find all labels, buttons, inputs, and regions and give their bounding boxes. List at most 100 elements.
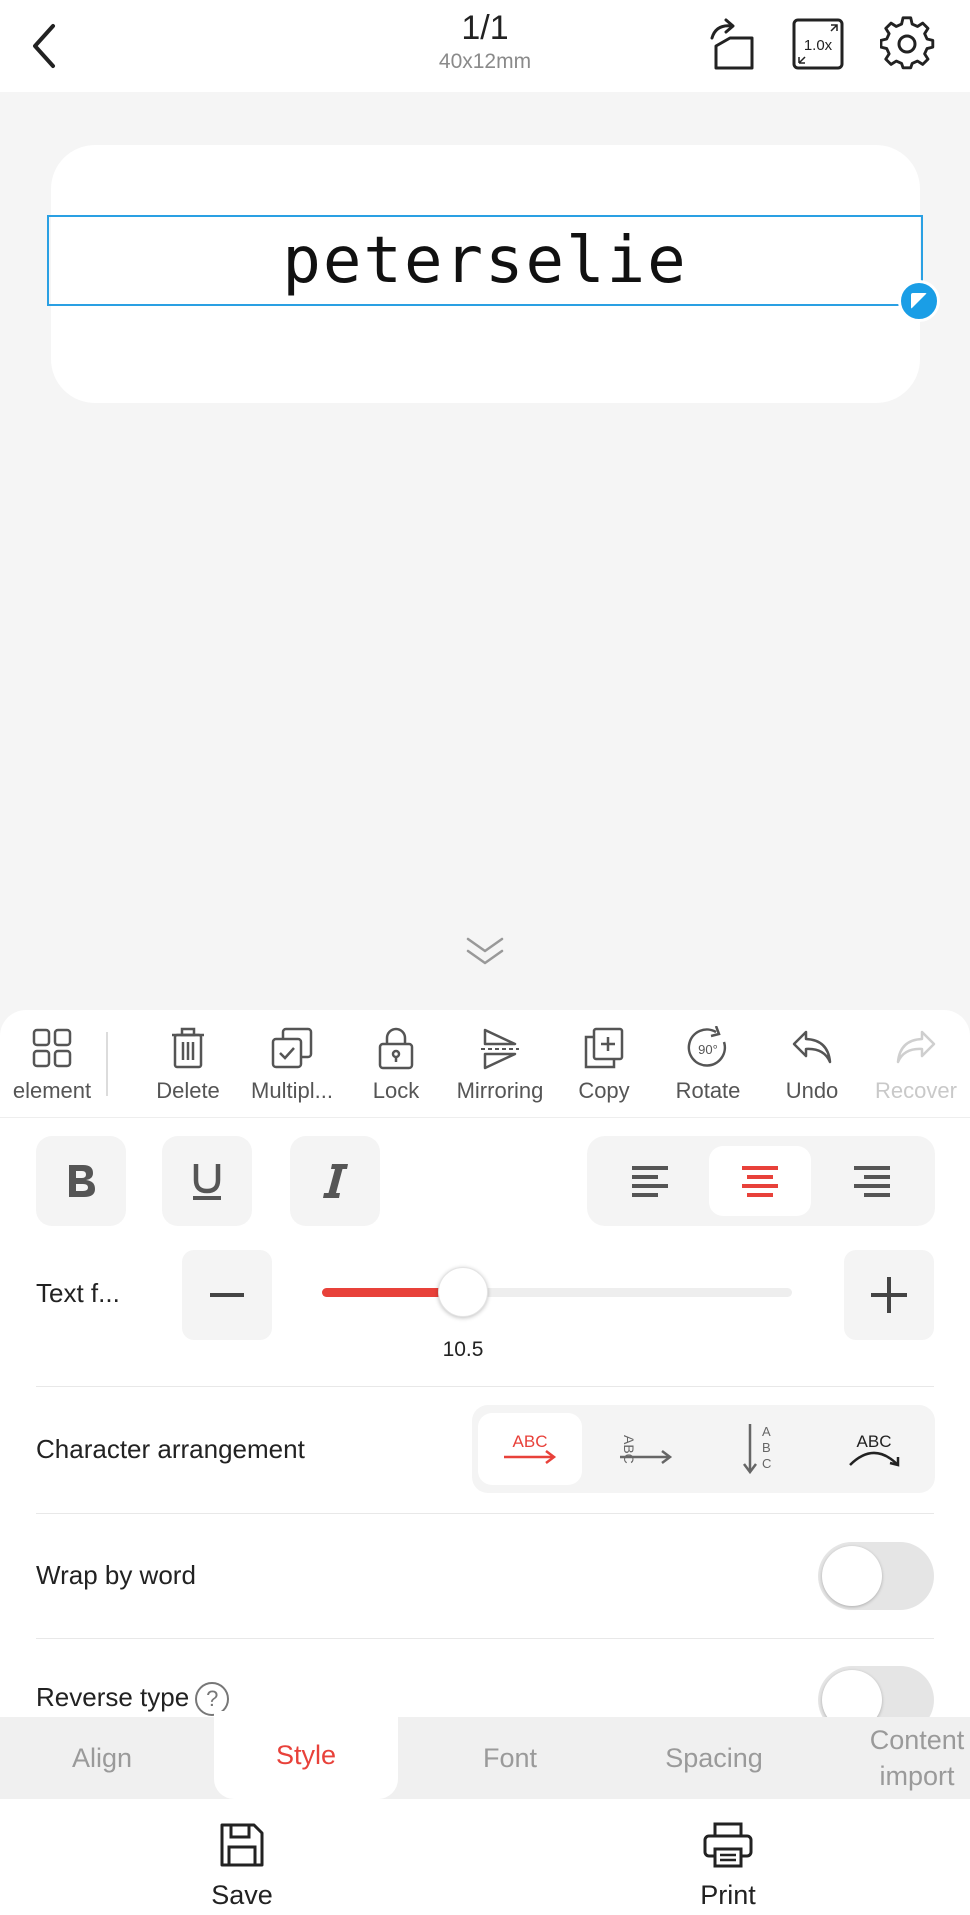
text-size-value: 10.5 bbox=[442, 1338, 484, 1361]
char-arrangement-group: ABC ABC A B C ABC bbox=[472, 1405, 935, 1493]
align-left-icon bbox=[632, 1166, 668, 1197]
divider bbox=[36, 1513, 934, 1514]
tool-delete[interactable]: Delete bbox=[136, 1024, 240, 1114]
trash-icon bbox=[172, 1027, 204, 1069]
align-center-button[interactable] bbox=[709, 1146, 811, 1216]
rotate-90-icon: 90° bbox=[687, 1026, 727, 1067]
save-button[interactable]: Save bbox=[172, 1821, 312, 1911]
tool-label: element bbox=[12, 1078, 92, 1103]
edit-panel: element Delete Multipl... Lock Mirroring… bbox=[0, 1010, 970, 1734]
plus-icon bbox=[871, 1277, 907, 1313]
toolbar-divider bbox=[106, 1032, 108, 1096]
save-label: Save bbox=[211, 1880, 273, 1910]
redo-icon bbox=[896, 1030, 936, 1064]
print-label: Print bbox=[700, 1880, 756, 1910]
arc-text-icon: ABC bbox=[849, 1432, 900, 1467]
undo-icon bbox=[792, 1030, 832, 1064]
tool-label: Delete bbox=[156, 1078, 220, 1103]
arrangement-glyph: ABC bbox=[857, 1432, 892, 1451]
tab-style[interactable]: Style bbox=[214, 1711, 398, 1799]
settings-button[interactable] bbox=[878, 14, 938, 74]
zoom-label: 1.0x bbox=[804, 37, 833, 54]
divider bbox=[36, 1386, 934, 1387]
svg-text:C: C bbox=[762, 1456, 771, 1471]
title-block: 1/1 40x12mm bbox=[385, 8, 585, 76]
reverse-type-row: Reverse type? bbox=[36, 1682, 230, 1717]
tool-label: Lock bbox=[372, 1078, 420, 1103]
resize-handle[interactable] bbox=[898, 280, 940, 322]
divider bbox=[36, 1638, 934, 1639]
svg-text:A: A bbox=[762, 1424, 771, 1439]
tool-label: Rotate bbox=[675, 1078, 741, 1103]
horizontal-text-icon: ABC bbox=[504, 1432, 557, 1464]
double-chevron-down-icon bbox=[466, 937, 504, 965]
reverse-type-label: Reverse type bbox=[36, 1682, 190, 1712]
copy-icon bbox=[584, 1027, 624, 1069]
print-button[interactable]: Print bbox=[658, 1821, 798, 1911]
arrangement-arc-button[interactable]: ABC bbox=[822, 1413, 926, 1485]
text-size-increase-button[interactable] bbox=[844, 1250, 934, 1340]
tool-undo[interactable]: Undo bbox=[760, 1024, 864, 1114]
slider-thumb[interactable] bbox=[438, 1267, 488, 1317]
tool-mirroring[interactable]: Mirroring bbox=[448, 1024, 552, 1114]
toggle-knob bbox=[822, 1546, 882, 1606]
tab-font[interactable]: Font bbox=[408, 1717, 612, 1799]
label-text: peterselie bbox=[282, 223, 688, 298]
underline-icon bbox=[193, 1164, 221, 1200]
selected-text-element[interactable]: peterselie bbox=[47, 215, 923, 306]
wrap-by-word-label: Wrap by word bbox=[36, 1560, 196, 1590]
text-size-slider[interactable] bbox=[322, 1288, 792, 1297]
tool-label: Recover bbox=[875, 1078, 957, 1103]
chevron-left-icon bbox=[33, 24, 55, 68]
align-left-button[interactable] bbox=[599, 1146, 701, 1216]
wrap-by-word-toggle[interactable] bbox=[818, 1542, 934, 1610]
tool-recover[interactable]: Recover bbox=[864, 1024, 968, 1114]
element-toolbar: element Delete Multipl... Lock Mirroring… bbox=[0, 1010, 970, 1118]
tool-multiple-select[interactable]: Multipl... bbox=[240, 1024, 344, 1114]
text-size-decrease-button[interactable] bbox=[182, 1250, 272, 1340]
tool-label: Mirroring bbox=[456, 1078, 544, 1103]
lock-icon bbox=[378, 1027, 414, 1070]
resize-icon bbox=[911, 293, 927, 309]
zoom-icon: 1.0x bbox=[792, 18, 844, 70]
tab-content-import[interactable]: Content import bbox=[856, 1717, 970, 1799]
zoom-button[interactable]: 1.0x bbox=[788, 14, 848, 74]
bold-button[interactable] bbox=[36, 1136, 126, 1226]
rotate-degree-text: 90° bbox=[698, 1042, 718, 1057]
arrangement-glyph: ABC bbox=[621, 1435, 637, 1464]
text-size-label: Text f... bbox=[36, 1278, 120, 1308]
vertical-text-icon: A B C bbox=[743, 1424, 771, 1475]
bottom-action-bar: Save Print bbox=[0, 1799, 970, 1915]
bold-icon bbox=[69, 1165, 95, 1197]
italic-button[interactable] bbox=[290, 1136, 380, 1226]
tool-rotate[interactable]: 90° Rotate bbox=[656, 1024, 760, 1114]
arrangement-horizontal-button[interactable]: ABC bbox=[478, 1413, 582, 1485]
char-arrangement-label: Character arrangement bbox=[36, 1434, 305, 1464]
italic-icon bbox=[323, 1164, 348, 1198]
tool-element[interactable]: element bbox=[0, 1024, 104, 1114]
bottom-tabs: Align Style Font Spacing Content import bbox=[0, 1711, 970, 1799]
tool-label: Undo bbox=[785, 1078, 839, 1103]
tool-copy[interactable]: Copy bbox=[552, 1024, 656, 1114]
page-counter: 1/1 bbox=[461, 9, 509, 47]
align-right-icon bbox=[854, 1166, 890, 1197]
tool-lock[interactable]: Lock bbox=[344, 1024, 448, 1114]
grid-icon bbox=[32, 1028, 72, 1068]
align-right-button[interactable] bbox=[821, 1146, 923, 1216]
save-icon bbox=[220, 1823, 264, 1867]
back-button[interactable] bbox=[20, 18, 68, 74]
arrangement-rotated-button[interactable]: ABC bbox=[594, 1413, 698, 1485]
collapse-panel-button[interactable] bbox=[462, 934, 508, 968]
underline-button[interactable] bbox=[162, 1136, 252, 1226]
rotate-label-icon bbox=[710, 18, 754, 70]
rotate-label-button[interactable] bbox=[700, 14, 760, 74]
tool-label: Copy bbox=[578, 1078, 630, 1103]
tool-label: Multipl... bbox=[251, 1078, 333, 1103]
arrangement-vertical-button[interactable]: A B C bbox=[708, 1413, 812, 1485]
text-align-group bbox=[587, 1136, 935, 1226]
svg-text:B: B bbox=[762, 1440, 771, 1455]
align-center-icon bbox=[742, 1166, 778, 1197]
tab-spacing[interactable]: Spacing bbox=[612, 1717, 816, 1799]
tab-align[interactable]: Align bbox=[0, 1717, 204, 1799]
mirror-icon bbox=[481, 1028, 519, 1070]
